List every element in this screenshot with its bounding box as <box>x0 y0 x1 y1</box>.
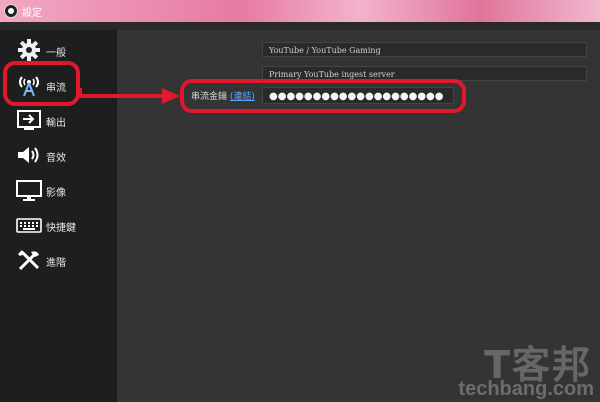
sidebar-item-label: 影像 <box>46 188 66 199</box>
keyboard-icon <box>14 213 44 237</box>
settings-window: 設定 一般 串流 輸出 音效 影像 快捷鍵 進階 YouTube / YouTu… <box>0 0 600 402</box>
sidebar-item-hotkeys[interactable]: 快捷鍵 <box>0 208 117 242</box>
sidebar-item-advanced[interactable]: 進階 <box>0 243 117 277</box>
sidebar-item-label: 音效 <box>46 153 66 164</box>
sidebar-item-output[interactable]: 輸出 <box>0 103 117 137</box>
sidebar-item-label: 輸出 <box>46 118 66 129</box>
red-arrow <box>78 88 180 104</box>
sidebar-item-label: 進階 <box>46 258 66 269</box>
highlight-stream-key <box>180 79 466 113</box>
sidebar-item-label: 快捷鍵 <box>46 223 76 234</box>
watermark-en: techbang.com <box>458 378 594 400</box>
obs-app-icon <box>4 4 18 18</box>
service-select[interactable]: YouTube / YouTube Gaming <box>262 42 587 57</box>
title-bar: 設定 <box>0 0 600 22</box>
highlight-stream-tab <box>3 61 80 106</box>
sidebar-item-label: 一般 <box>46 48 66 59</box>
monitor-icon <box>14 178 44 202</box>
window-title: 設定 <box>22 8 42 19</box>
output-icon <box>14 108 44 132</box>
speaker-icon <box>14 143 44 167</box>
sidebar-item-audio[interactable]: 音效 <box>0 138 117 172</box>
techbang-watermark: T客邦 techbang.com <box>430 334 600 402</box>
sidebar-item-video[interactable]: 影像 <box>0 173 117 207</box>
gear-icon <box>14 38 44 62</box>
tools-icon <box>14 248 44 272</box>
